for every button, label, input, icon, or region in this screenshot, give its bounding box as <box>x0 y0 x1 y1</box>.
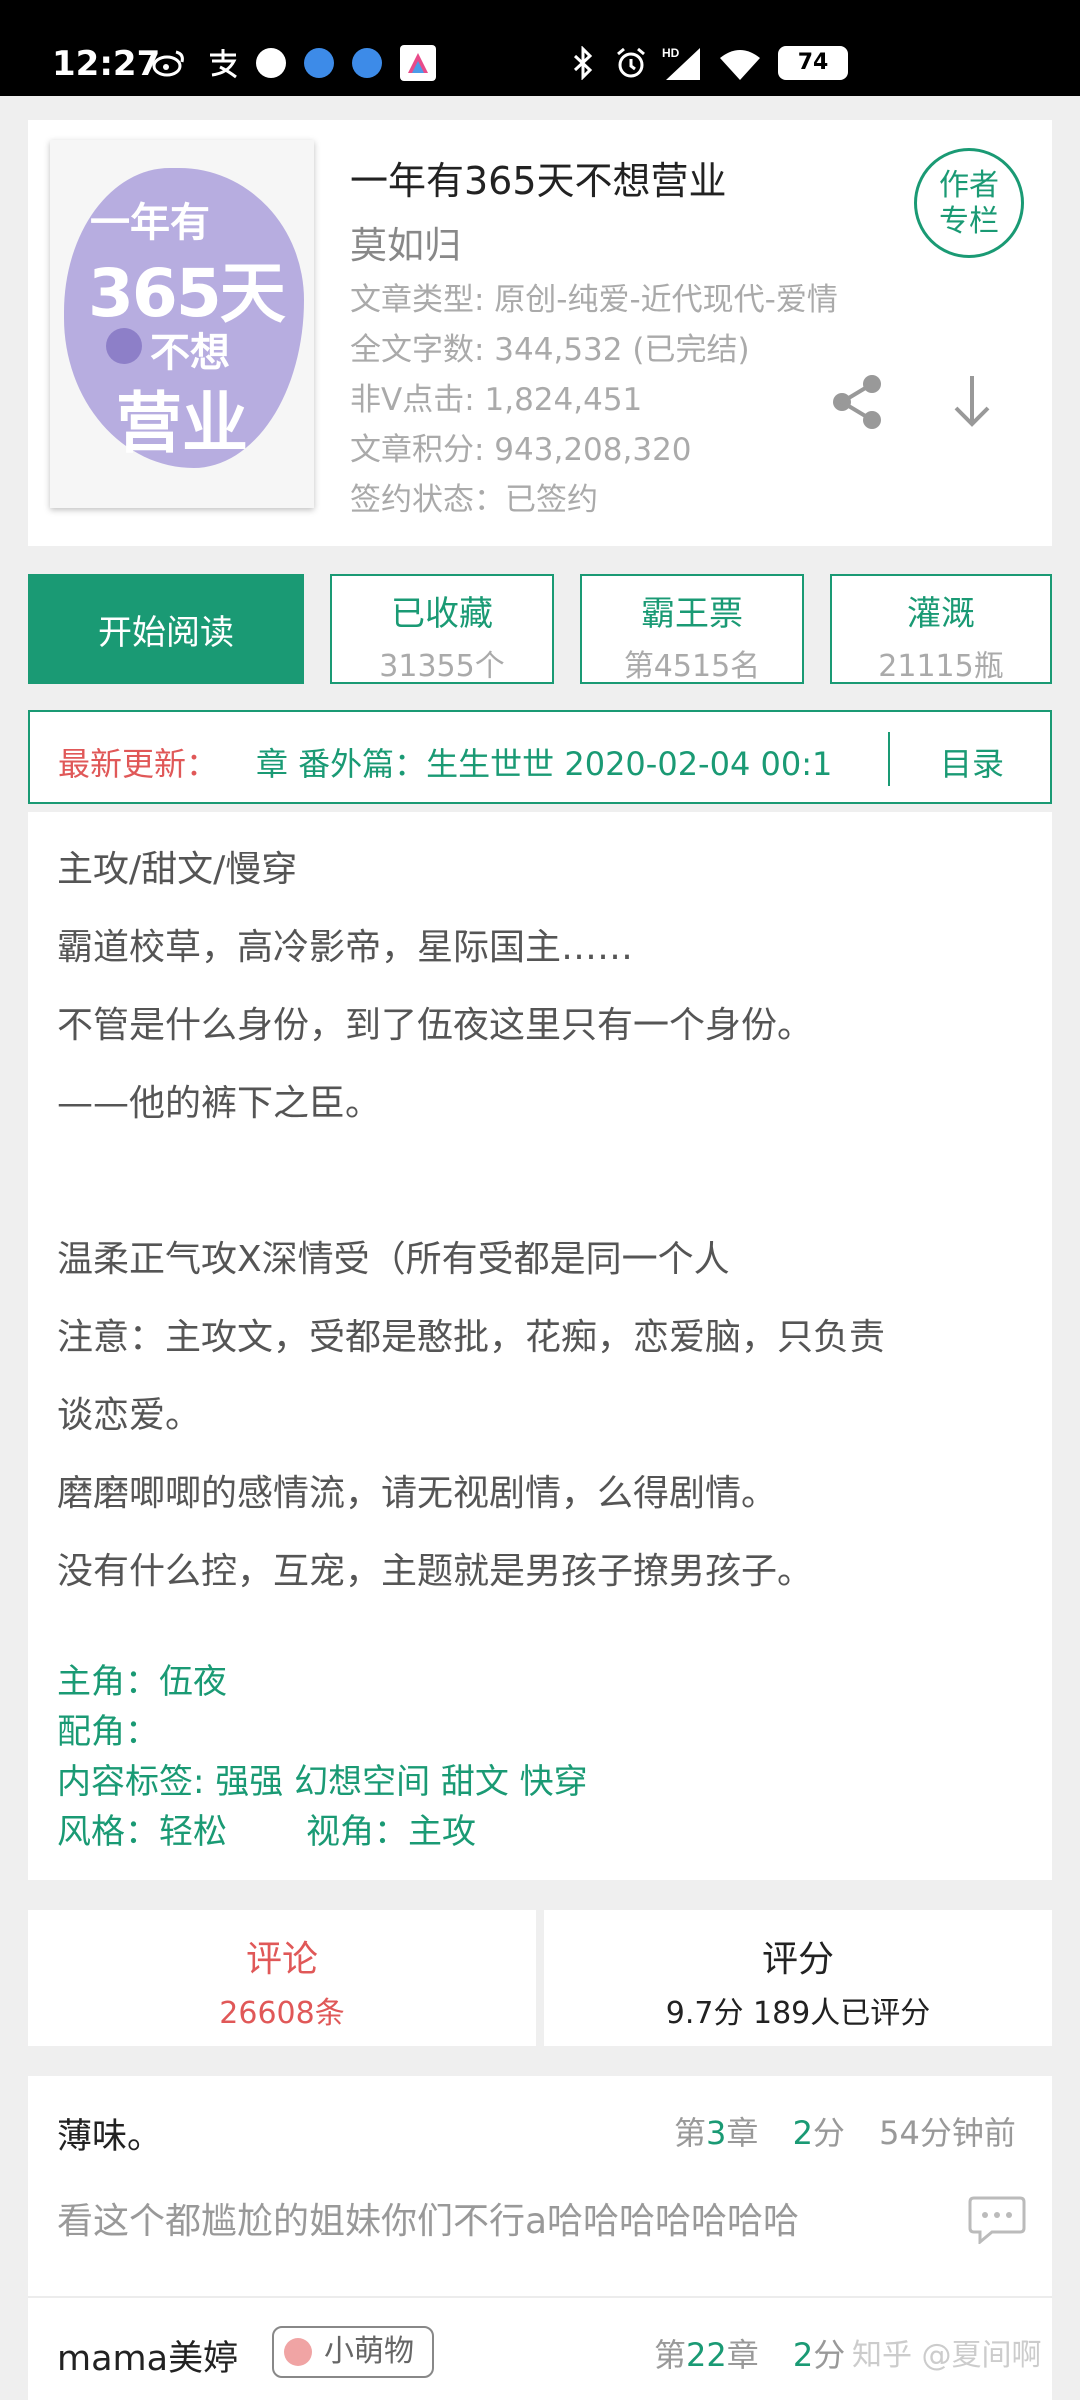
cover-text-4: 营业 <box>116 385 248 462</box>
alipay-icon <box>206 46 240 80</box>
latest-update-label: 最新更新： <box>58 745 219 783</box>
weibo-icon <box>152 46 186 80</box>
supporting-tag: 配角： <box>57 1712 159 1752</box>
synopsis-line: ——他的裤下之臣。 <box>57 1083 382 1124</box>
watermark: 知乎 @夏间啊 <box>852 2338 1042 2373</box>
author-column-button[interactable]: 作者 专栏 <box>914 148 1024 258</box>
synopsis-line: 不管是什么身份，到了伍夜这里只有一个身份。 <box>57 1005 814 1046</box>
meta-word-count: 全文字数: 344,532 (已完结) <box>350 332 750 368</box>
collect-label: 已收藏 <box>391 594 493 634</box>
irrigate-label: 灌溉 <box>907 594 975 634</box>
synopsis-line: 温柔正气攻X深情受（所有受都是同一个人 <box>57 1239 730 1280</box>
meta-sign-status: 签约状态：已签约 <box>350 482 598 518</box>
comments-tab-count: 26608条 <box>219 1996 345 2031</box>
comment-score-suffix: 分 <box>812 2114 845 2152</box>
status-time: 12:27 <box>52 44 161 84</box>
collect-count: 31355个 <box>379 649 505 684</box>
synopsis-line: 磨磨唧唧的感情流，请无视剧情，么得剧情。 <box>57 1473 778 1514</box>
toc-button[interactable]: 目录 <box>890 739 1054 785</box>
meta-type: 文章类型: 原创-纯爱-近代现代-爱情 <box>350 282 838 318</box>
app-icon <box>256 46 286 80</box>
wifi-icon <box>718 46 762 80</box>
comment-chapter-number: 3 <box>706 2114 727 2152</box>
bawang-label: 霸王票 <box>641 594 743 634</box>
comment-user[interactable]: 薄味。 <box>57 2108 162 2159</box>
share-icon[interactable] <box>830 372 886 436</box>
download-icon[interactable] <box>948 372 996 436</box>
meta-score: 文章积分: 943,208,320 <box>350 432 692 468</box>
meta-clicks: 非V点击: 1,824,451 <box>350 382 643 418</box>
comment-score-suffix: 分 <box>813 2336 846 2374</box>
book-title: 一年有365天不想营业 <box>350 159 727 203</box>
comment-user[interactable]: mama美婷 <box>57 2330 238 2381</box>
signal-icon: HD <box>662 46 702 80</box>
comment-score-number: 2 <box>792 2336 814 2374</box>
synopsis-line: 注意：主攻文，受都是憨批，花痴，恋爱脑，只负责 <box>57 1317 886 1358</box>
comment-text[interactable]: 看这个都尴尬的姐妹你们不行a哈哈哈哈哈哈哈 <box>57 2192 799 2244</box>
latest-update-chapter[interactable]: 章 番外篇：生生世世 2020-02-04 00:1 <box>256 739 900 785</box>
battery-icon: 74 <box>778 46 848 80</box>
comment-chapter-prefix: 第 <box>674 2114 707 2152</box>
paw-icon <box>284 2338 312 2366</box>
content-tags[interactable]: 内容标签: 强强 幻想空间 甜文 快穿 <box>57 1754 588 1803</box>
rating-tab-value: 9.7分 189人已评分 <box>665 1996 931 2031</box>
perspective-tag: 视角：主攻 <box>306 1812 476 1852</box>
comment-score-number: 2 <box>792 2114 813 2152</box>
comments-tab[interactable]: 评论 26608条 <box>28 1910 536 2046</box>
comment-chapter-suffix: 章 <box>726 2114 759 2152</box>
comment-chapter-prefix: 第 <box>654 2336 687 2374</box>
comments-tab-label: 评论 <box>245 1939 318 1980</box>
cover-seal <box>106 328 142 364</box>
author-column-line2: 专栏 <box>939 204 999 239</box>
comment-chapter-number: 22 <box>686 2336 727 2374</box>
synopsis-line: 没有什么控，互宠，主题就是男孩子撩男孩子。 <box>57 1551 814 1592</box>
author-name[interactable]: 莫如归 <box>350 215 461 269</box>
bawang-rank: 第4515名 <box>623 649 761 684</box>
collect-button[interactable]: 已收藏 31355个 <box>330 574 554 684</box>
app-icon <box>304 46 334 80</box>
author-column-line1: 作者 <box>939 168 999 203</box>
synopsis-line: 霸道校草，高冷影帝，星际国主…… <box>57 927 634 968</box>
book-cover[interactable]: 一年有 365天 不想 营业 <box>50 140 314 508</box>
svg-text:HD: HD <box>662 46 680 60</box>
user-badge: 小萌物 <box>272 2326 434 2378</box>
comment-time: 54分钟前 <box>879 2114 1016 2152</box>
app-icon <box>352 46 382 80</box>
comment-divider <box>28 2296 1052 2298</box>
style-tag: 风格：轻松 <box>57 1812 227 1852</box>
latest-update-bar[interactable]: 最新更新： 章 番外篇：生生世世 2020-02-04 00:1 目录 <box>28 710 1052 804</box>
alarm-icon <box>614 46 648 80</box>
start-reading-button[interactable]: 开始阅读 <box>28 574 304 684</box>
synopsis-line: 谈恋爱。 <box>57 1395 202 1436</box>
comment-info: 第3章 2分 54分钟前 <box>674 2108 1016 2154</box>
bawang-button[interactable]: 霸王票 第4515名 <box>580 574 804 684</box>
protagonist-tag: 主角：伍夜 <box>57 1662 227 1702</box>
bluetooth-icon <box>572 46 594 80</box>
comment-info: 第22章 2分 <box>654 2330 845 2376</box>
app-icon <box>400 45 436 81</box>
irrigate-count: 21115瓶 <box>878 649 1004 684</box>
irrigate-button[interactable]: 灌溉 21115瓶 <box>830 574 1052 684</box>
status-bar: 12:27 HD 74 <box>0 0 1080 96</box>
rating-tab-label: 评分 <box>761 1939 834 1980</box>
comment-chapter-suffix: 章 <box>726 2336 759 2374</box>
reply-icon[interactable] <box>968 2194 1026 2248</box>
user-badge-label: 小萌物 <box>324 2334 414 2369</box>
synopsis-line: 主攻/甜文/慢穿 <box>57 849 298 890</box>
rating-tab[interactable]: 评分 9.7分 189人已评分 <box>544 1910 1052 2046</box>
